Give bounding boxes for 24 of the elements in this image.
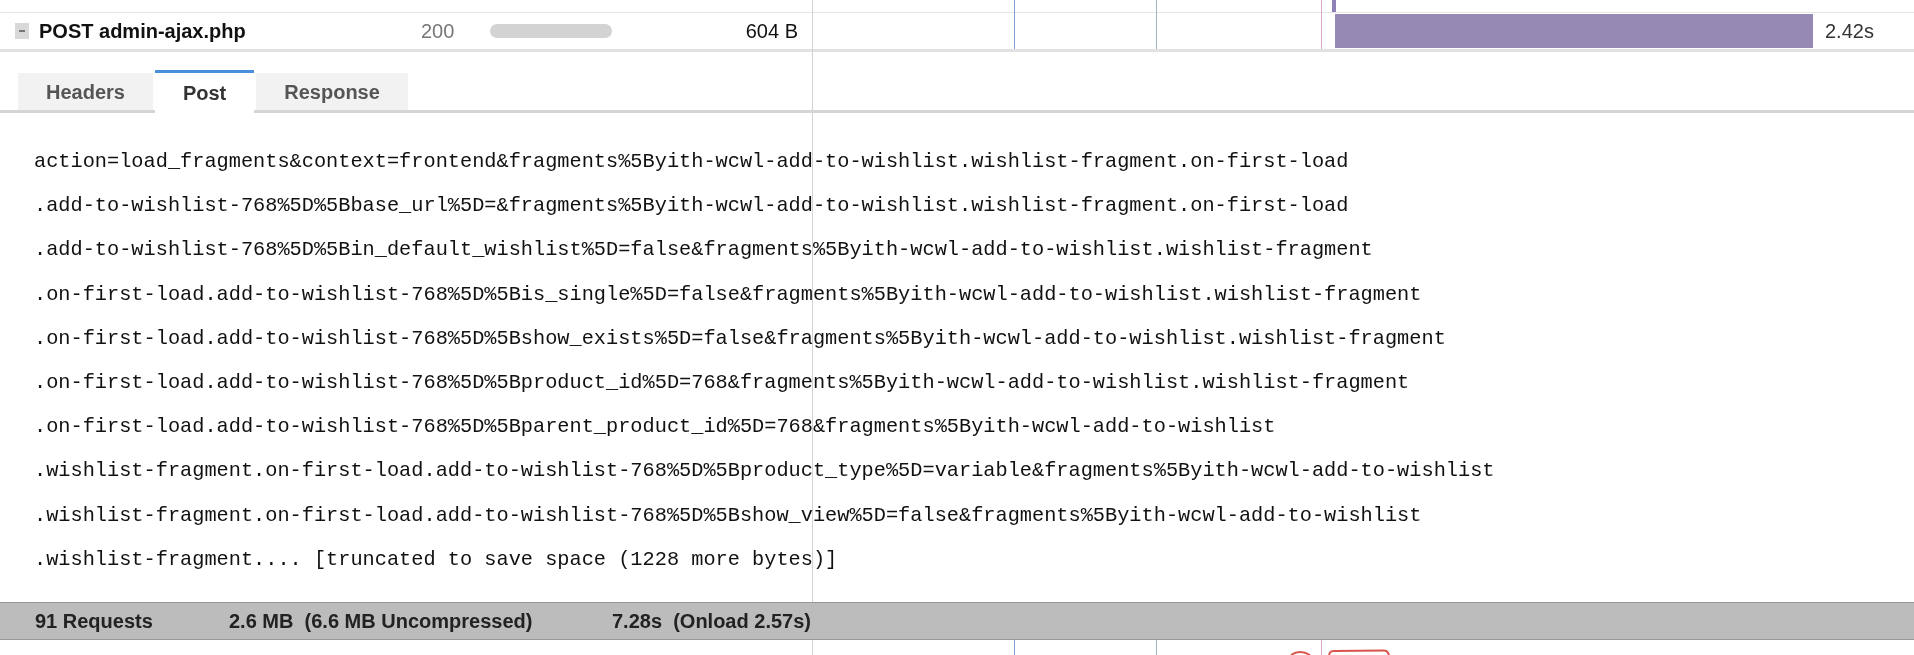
request-count: 91 Requests <box>35 609 153 633</box>
post-data-line: .on-first-load.add-to-wishlist-768%5D%5Bshow_exists%5D=false&fragments%5Byith-wcwl-add-to-wishlist.wishlist-fragment <box>34 325 1446 352</box>
request-duration: 2.42s <box>1825 19 1874 43</box>
response-size: 604 B <box>745 19 798 43</box>
load-time: 7.28s (Onload 2.57s) <box>612 609 811 633</box>
post-data-line: .on-first-load.add-to-wishlist-768%5D%5Bproduct_id%5D=768&fragments%5Byith-wcwl-add-to-wishlist.wishlist-fragment <box>34 370 1410 396</box>
pen-annotation-mark <box>1290 651 1311 655</box>
timeline-bar <box>1332 0 1336 12</box>
post-data-line: .add-to-wishlist-768%5D%5Bbase_url%5D=&fragments%5Byith-wcwl-add-to-wishlist.wishlist-fragment.on-first-load <box>34 193 1349 220</box>
pen-annotation-mark <box>1328 649 1390 655</box>
collapse-toggle[interactable] <box>15 23 29 39</box>
post-data-line: .on-first-load.add-to-wishlist-768%5D%5Bis_single%5D=false&fragments%5Byith-wcwl-add-to-wishlist.wishlist-fragment <box>34 281 1422 308</box>
detail-tab[interactable]: Response <box>256 73 408 110</box>
detail-tab[interactable]: Post <box>154 70 255 113</box>
post-data-line: .wishlist-fragment.... [truncated to save space (1228 more bytes)] <box>34 546 838 573</box>
detail-tab[interactable]: Headers <box>18 73 153 110</box>
post-data-line: .on-first-load.add-to-wishlist-768%5D%5Bparent_product_id%5D=768&fragments%5Byith-wcwl-add-to-wishlist <box>34 414 1276 441</box>
post-data-line: .wishlist-fragment.on-first-load.add-to-wishlist-768%5D%5Bshow_view%5D=false&fragments%5Byith-wcwl-add-to-wishlist <box>34 502 1422 529</box>
transfer-size: 2.6 MB (6.6 MB Uncompressed) <box>229 609 533 633</box>
post-data-line: .add-to-wishlist-768%5D%5Bin_default_wishlist%5D=false&fragments%5Byith-wcwl-add-to-wishlist.wishlist-fragment <box>34 237 1373 264</box>
status-code: 200 <box>421 19 455 43</box>
post-data-line: action=load_fragments&context=frontend&fragments%5Byith-wcwl-add-to-wishlist.wishlist-fragment.on-first-load <box>34 149 1349 175</box>
post-data-line: .wishlist-fragment.on-first-load.add-to-wishlist-768%5D%5Bproduct_type%5D=variable&fragments%5Byith-wcwl-add-to-wishlist <box>34 458 1495 485</box>
request-name[interactable]: POST admin-ajax.php <box>39 19 246 43</box>
